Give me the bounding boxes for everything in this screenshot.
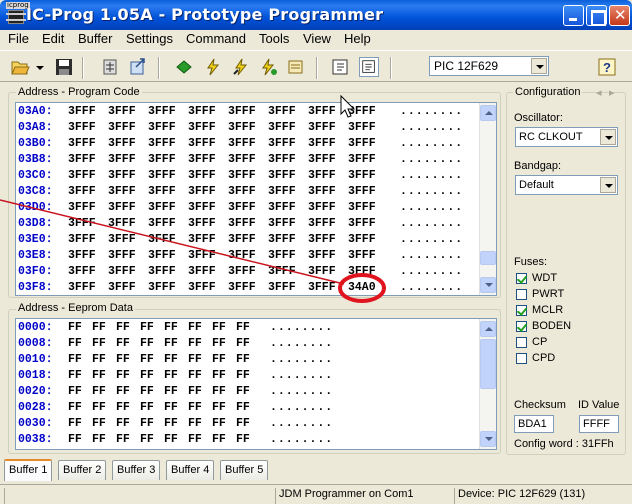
mouse-cursor-icon bbox=[340, 94, 356, 118]
oscillator-value: RC CLKOUT bbox=[519, 131, 583, 143]
annotation-circle bbox=[338, 273, 386, 303]
fuse-label-mclr: MCLR bbox=[532, 304, 564, 316]
annotation-line bbox=[0, 199, 345, 285]
bandgap-label: Bandgap: bbox=[514, 160, 562, 172]
status-device: Device: PIC 12F629 (131) bbox=[454, 488, 630, 504]
status-programmer: JDM Programmer on Com1 bbox=[275, 488, 453, 504]
fuse-checkbox-cpd[interactable] bbox=[516, 353, 527, 364]
chevron-down-icon[interactable] bbox=[600, 129, 616, 145]
oscillator-select[interactable]: RC CLKOUT bbox=[515, 127, 618, 147]
fuse-label-cpd: CPD bbox=[532, 352, 556, 364]
status-panel-empty bbox=[4, 488, 274, 504]
fuse-label-cp: CP bbox=[532, 336, 548, 348]
fuse-label-wdt: WDT bbox=[532, 272, 558, 284]
fuses-label: Fuses: bbox=[514, 256, 548, 268]
fuse-checkbox-pwrt[interactable] bbox=[516, 289, 527, 300]
bandgap-select[interactable]: Default bbox=[515, 175, 618, 195]
checksum-field[interactable]: BDA1 bbox=[514, 415, 554, 433]
tab-buffer-4[interactable]: Buffer 4 bbox=[166, 460, 215, 480]
fuse-checkbox-boden[interactable] bbox=[516, 321, 527, 332]
oscillator-label: Oscillator: bbox=[514, 112, 563, 124]
tab-buffer-3[interactable]: Buffer 3 bbox=[112, 460, 161, 480]
configuration-label: Configuration bbox=[513, 86, 583, 98]
fuse-checkbox-cp[interactable] bbox=[516, 337, 527, 348]
tab-buffer-5[interactable]: Buffer 5 bbox=[220, 460, 269, 480]
status-bar: JDM Programmer on Com1 Device: PIC 12F62… bbox=[0, 484, 632, 504]
panel-scroll-left-icon[interactable]: ◂ bbox=[596, 86, 602, 99]
fuse-label-boden: BODEN bbox=[532, 320, 572, 332]
id-value-field[interactable]: FFFF bbox=[579, 415, 619, 433]
bandgap-value: Default bbox=[519, 179, 554, 191]
tab-buffer-1[interactable]: Buffer 1 bbox=[4, 459, 53, 481]
fuse-checkbox-mclr[interactable] bbox=[516, 305, 527, 316]
fuse-label-pwrt: PWRT bbox=[532, 288, 565, 300]
checksum-label: Checksum bbox=[514, 399, 566, 411]
chevron-down-icon[interactable] bbox=[600, 177, 616, 193]
tab-buffer-2[interactable]: Buffer 2 bbox=[58, 460, 107, 480]
panel-scroll-right-icon[interactable]: ▸ bbox=[609, 86, 615, 99]
config-word: Config word : 31FFh bbox=[514, 438, 614, 450]
id-value-label: ID Value bbox=[578, 399, 620, 411]
fuse-checkbox-wdt[interactable] bbox=[516, 273, 527, 284]
